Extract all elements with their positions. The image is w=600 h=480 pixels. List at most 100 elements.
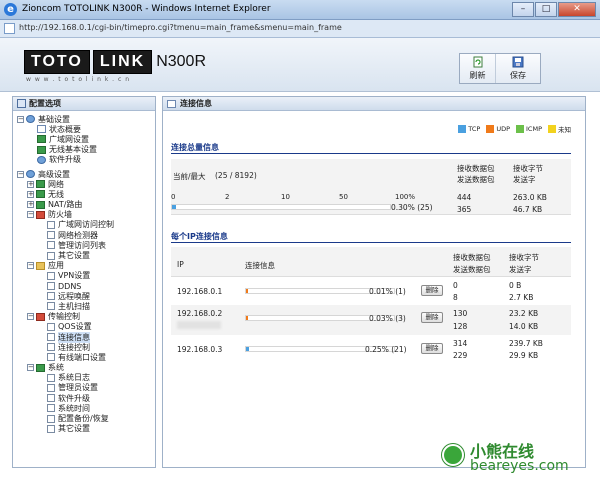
wireless-icon bbox=[37, 145, 46, 154]
row-ip: 192.168.0.2 bbox=[177, 309, 223, 318]
toolbar: 刷新 保存 bbox=[459, 53, 541, 84]
window-titlebar: e Zioncom TOTOLINK N300R - Windows Inter… bbox=[0, 0, 600, 20]
address-url[interactable]: http://192.168.0.1/cgi-bin/timepro.cgi?t… bbox=[19, 23, 342, 32]
row-ip: 192.168.0.3 bbox=[177, 345, 223, 354]
config-icon bbox=[17, 99, 26, 108]
system-icon bbox=[36, 363, 45, 372]
tree-label: 有线端口设置 bbox=[58, 352, 106, 362]
refresh-icon bbox=[473, 56, 482, 68]
collapse-icon[interactable]: − bbox=[17, 115, 24, 123]
tree-item-ddns[interactable]: DDNS bbox=[13, 281, 155, 291]
watermark: 小熊在线 beareyes.com bbox=[440, 438, 600, 480]
tree-item-qos[interactable]: QOS设置 bbox=[13, 322, 155, 332]
tree-item-sys-time[interactable]: 系统时间 bbox=[13, 403, 155, 413]
tree-network[interactable]: + 网络 bbox=[13, 179, 155, 189]
firewall-icon bbox=[36, 210, 45, 219]
summary-col-send-bytes: 发送字 bbox=[513, 175, 536, 184]
collapse-icon[interactable]: − bbox=[27, 211, 34, 219]
tree-system[interactable]: − 系统 bbox=[13, 363, 155, 373]
summary-divider bbox=[171, 153, 571, 154]
legend-label: UDP bbox=[496, 125, 511, 133]
collapse-icon[interactable]: − bbox=[17, 170, 24, 178]
tree-item-firmware[interactable]: 软件升级 bbox=[13, 155, 155, 165]
collapse-icon[interactable]: − bbox=[27, 313, 34, 321]
summary-recv-bytes: 263.0 KB bbox=[513, 193, 547, 202]
tree-item-sys-other[interactable]: 其它设置 bbox=[13, 424, 155, 434]
tree-item-status[interactable]: 状态概要 bbox=[13, 124, 155, 134]
row-progress-fill bbox=[246, 289, 248, 293]
address-bar[interactable]: http://192.168.0.1/cgi-bin/timepro.cgi?t… bbox=[0, 20, 600, 38]
save-label: 保存 bbox=[510, 71, 526, 80]
tree-item-conn-control[interactable]: 连接控制 bbox=[13, 342, 155, 352]
current-max-label: 当前/最大 bbox=[173, 172, 206, 181]
current-max-value: (25 / 8192) bbox=[215, 171, 257, 180]
row-send-bytes: 29.9 KB bbox=[509, 351, 539, 360]
expand-icon[interactable]: + bbox=[27, 180, 34, 188]
logo-part1: TOTO bbox=[24, 50, 90, 74]
sidebar-title-label: 配置选项 bbox=[29, 99, 61, 108]
tree-item-net-detector[interactable]: 网络检测器 bbox=[13, 230, 155, 240]
summary-col-recv-bytes: 接收字节 bbox=[513, 164, 543, 173]
legend-label: TCP bbox=[468, 125, 481, 133]
minimize-icon[interactable]: – bbox=[512, 2, 534, 17]
row-send-packets: 229 bbox=[453, 351, 468, 360]
page-icon bbox=[47, 282, 55, 291]
tree-apps[interactable]: − 应用 bbox=[13, 261, 155, 271]
main-panel: 连接信息 TCP UDP ICMP 未知 连接总量信息 当前/最大 (25 / … bbox=[162, 96, 586, 468]
scale-10: 10 bbox=[281, 193, 290, 201]
col-recv-bytes: 接收字节 bbox=[509, 253, 539, 262]
tree-wireless[interactable]: + 无线 bbox=[13, 189, 155, 199]
save-icon bbox=[512, 56, 524, 68]
tree-item-port-settings[interactable]: 有线端口设置 bbox=[13, 352, 155, 362]
delete-button[interactable]: 删除 bbox=[421, 312, 443, 323]
delete-button[interactable]: 删除 bbox=[421, 343, 443, 354]
col-recv-packets: 接收数据包 bbox=[453, 253, 491, 262]
page-icon bbox=[47, 292, 55, 301]
collapse-icon[interactable]: − bbox=[27, 364, 34, 372]
collapse-icon[interactable]: − bbox=[27, 262, 34, 270]
maximize-icon[interactable]: □ bbox=[535, 2, 557, 17]
icmp-swatch bbox=[516, 125, 525, 133]
page-icon bbox=[47, 383, 55, 392]
logo-url: w w w . t o t o l i n k . c n bbox=[26, 76, 130, 83]
close-icon[interactable]: ✕ bbox=[558, 2, 596, 17]
row-recv-packets: 130 bbox=[453, 309, 468, 318]
tree-item-wireless-basic[interactable]: 无线基本设置 bbox=[13, 145, 155, 155]
page-icon bbox=[47, 343, 55, 352]
page-icon bbox=[47, 414, 55, 423]
refresh-button[interactable]: 刷新 bbox=[460, 54, 496, 83]
tree-item-host-scan[interactable]: 主机扫描 bbox=[13, 301, 155, 311]
expand-icon[interactable]: + bbox=[27, 190, 34, 198]
refresh-label: 刷新 bbox=[469, 71, 486, 80]
col-conn-info: 连接信息 bbox=[245, 261, 275, 270]
tree-traffic[interactable]: − 传输控制 bbox=[13, 312, 155, 322]
tree-advanced-settings[interactable]: − 高级设置 bbox=[13, 169, 155, 179]
tree-item-access-list[interactable]: 管理访问列表 bbox=[13, 240, 155, 250]
per-ip-title: 每个IP连接信息 bbox=[171, 232, 228, 241]
legend-unknown: 未知 bbox=[548, 124, 571, 134]
page-icon bbox=[37, 125, 46, 134]
summary-send-bytes: 46.7 KB bbox=[513, 205, 543, 214]
tree-item-backup[interactable]: 配置备份/恢复 bbox=[13, 413, 155, 423]
save-button[interactable]: 保存 bbox=[496, 54, 540, 83]
expand-icon[interactable]: + bbox=[27, 201, 34, 209]
col-send-bytes: 发送字 bbox=[509, 265, 532, 274]
tree-item-conn-info[interactable]: 连接信息 bbox=[13, 331, 155, 343]
tree-item-vpn[interactable]: VPN设置 bbox=[13, 271, 155, 281]
tree-item-wan-access[interactable]: 广域网访问控制 bbox=[13, 220, 155, 230]
tree-item-admin[interactable]: 管理员设置 bbox=[13, 383, 155, 393]
tree-item-wol[interactable]: 远程唤醒 bbox=[13, 291, 155, 301]
tree-item-syslog[interactable]: 系统日志 bbox=[13, 373, 155, 383]
summary-col-recv-packets: 接收数据包 bbox=[457, 164, 495, 173]
tree-basic-settings[interactable]: − 基础设置 bbox=[13, 114, 155, 124]
page-icon bbox=[47, 353, 55, 362]
tree-item-fw-other[interactable]: 其它设置 bbox=[13, 250, 155, 260]
tree-item-wan[interactable]: 广域网设置 bbox=[13, 134, 155, 144]
page-icon bbox=[47, 373, 55, 382]
tree-nat[interactable]: + NAT/路由 bbox=[13, 200, 155, 210]
tree-item-sys-upgrade[interactable]: 软件升级 bbox=[13, 393, 155, 403]
summary-progress-bar bbox=[171, 204, 391, 210]
col-ip: IP bbox=[177, 260, 184, 269]
delete-button[interactable]: 删除 bbox=[421, 285, 443, 296]
tree-firewall[interactable]: − 防火墙 bbox=[13, 210, 155, 220]
